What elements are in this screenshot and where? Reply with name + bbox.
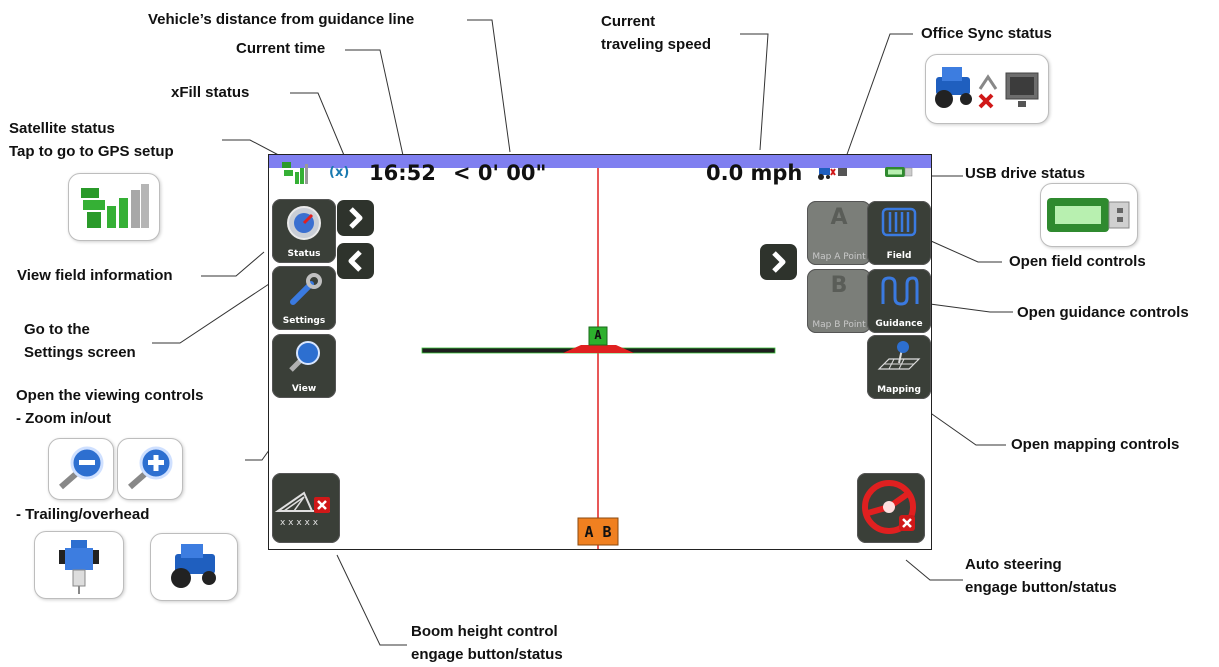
- map-a-point-button[interactable]: A Map A Point: [807, 201, 871, 265]
- map-b-letter: B: [830, 273, 848, 298]
- satellite-icon: [81, 184, 149, 228]
- callout-satellite-2: Tap to go to GPS setup: [9, 143, 174, 160]
- wrench-icon: [290, 273, 322, 305]
- callout-boom-2: engage button/status: [411, 646, 563, 663]
- callout-settings-1: Go to the: [24, 321, 90, 338]
- callout-guidance-controls: Open guidance controls: [1017, 304, 1189, 321]
- gauge-icon: [287, 206, 321, 240]
- callout-distance: Vehicle’s distance from guidance line: [148, 11, 415, 28]
- vehicle-marker-label: A: [594, 328, 602, 342]
- mapping-button[interactable]: Mapping: [867, 335, 931, 399]
- zoom-in-icon: [128, 446, 173, 490]
- callout-field-info: View field information: [17, 267, 173, 284]
- zoom-out-icon: [59, 446, 104, 490]
- guidance-label: Guidance: [875, 319, 923, 329]
- collapse-panel-button[interactable]: [337, 243, 374, 279]
- magnifier-icon: [289, 341, 320, 372]
- callout-field-controls: Open field controls: [1009, 253, 1146, 270]
- overhead-view-enlarged: [150, 533, 238, 601]
- chevron-right-icon: [349, 207, 363, 229]
- callout-viewing-2: - Zoom in/out: [16, 410, 111, 427]
- callout-settings-2: Settings screen: [24, 344, 136, 361]
- trailing-view-icon: [59, 540, 99, 594]
- svg-text:x x x x x: x x x x x: [280, 518, 319, 528]
- callout-speed-2: traveling speed: [601, 36, 712, 53]
- mapping-pin-icon: [877, 341, 921, 370]
- callout-boom-1: Boom height control: [411, 623, 558, 640]
- view-label: View: [291, 384, 317, 394]
- callout-mapping-controls: Open mapping controls: [1011, 436, 1180, 453]
- callout-viewing-3: - Trailing/overhead: [16, 506, 150, 523]
- field-label: Field: [886, 251, 912, 261]
- boom-height-icon: x x x x x: [274, 491, 330, 528]
- callout-autosteer-2: engage button/status: [965, 579, 1117, 596]
- callout-satellite-1: Satellite status: [9, 120, 115, 137]
- callout-autosteer-1: Auto steering: [965, 556, 1062, 573]
- view-button[interactable]: View: [272, 334, 336, 398]
- auto-steer-button[interactable]: [857, 473, 925, 543]
- chevron-right-icon: [772, 251, 786, 273]
- guidance-screen: (x) 16:52 < 0' 00" 0.0 mph A A B Status: [268, 154, 932, 550]
- map-b-label: Map B Point: [812, 320, 866, 330]
- usb-drive-icon: [1047, 198, 1130, 232]
- field-button[interactable]: Field: [867, 201, 931, 265]
- settings-label: Settings: [282, 316, 326, 326]
- trailing-view-enlarged: [34, 531, 124, 599]
- map-a-letter: A: [830, 205, 848, 230]
- status-button[interactable]: Status: [272, 199, 336, 263]
- satellite-status-enlarged: [68, 173, 160, 241]
- zoom-in-enlarged: [117, 438, 183, 500]
- status-label: Status: [287, 249, 321, 259]
- guidance-icon: [881, 276, 919, 306]
- settings-button[interactable]: Settings: [272, 266, 336, 330]
- ab-marker-label: A B: [584, 523, 612, 541]
- chevron-left-icon: [348, 250, 362, 272]
- callout-speed-1: Current: [601, 13, 656, 30]
- usb-drive-enlarged: [1040, 183, 1138, 247]
- callout-viewing-1: Open the viewing controls: [16, 387, 204, 404]
- steering-wheel-icon: [862, 480, 916, 534]
- map-b-point-button[interactable]: B Map B Point: [807, 269, 871, 333]
- field-icon: [881, 207, 917, 237]
- office-sync-icon: [935, 67, 1039, 109]
- office-sync-enlarged: [925, 54, 1049, 124]
- zoom-out-enlarged: [48, 438, 114, 500]
- expand-panel-button[interactable]: [337, 200, 374, 236]
- tractor-icon: [171, 544, 216, 588]
- callout-current-time: Current time: [236, 40, 326, 57]
- open-field-panel-button[interactable]: [760, 244, 797, 280]
- boom-height-button[interactable]: x x x x x: [272, 473, 340, 543]
- callout-xfill: xFill status: [171, 84, 250, 101]
- coverage-marker: [563, 345, 634, 353]
- map-a-label: Map A Point: [812, 252, 866, 262]
- guidance-button[interactable]: Guidance: [867, 269, 931, 333]
- mapping-label: Mapping: [877, 385, 921, 395]
- callout-office-sync: Office Sync status: [921, 25, 1052, 42]
